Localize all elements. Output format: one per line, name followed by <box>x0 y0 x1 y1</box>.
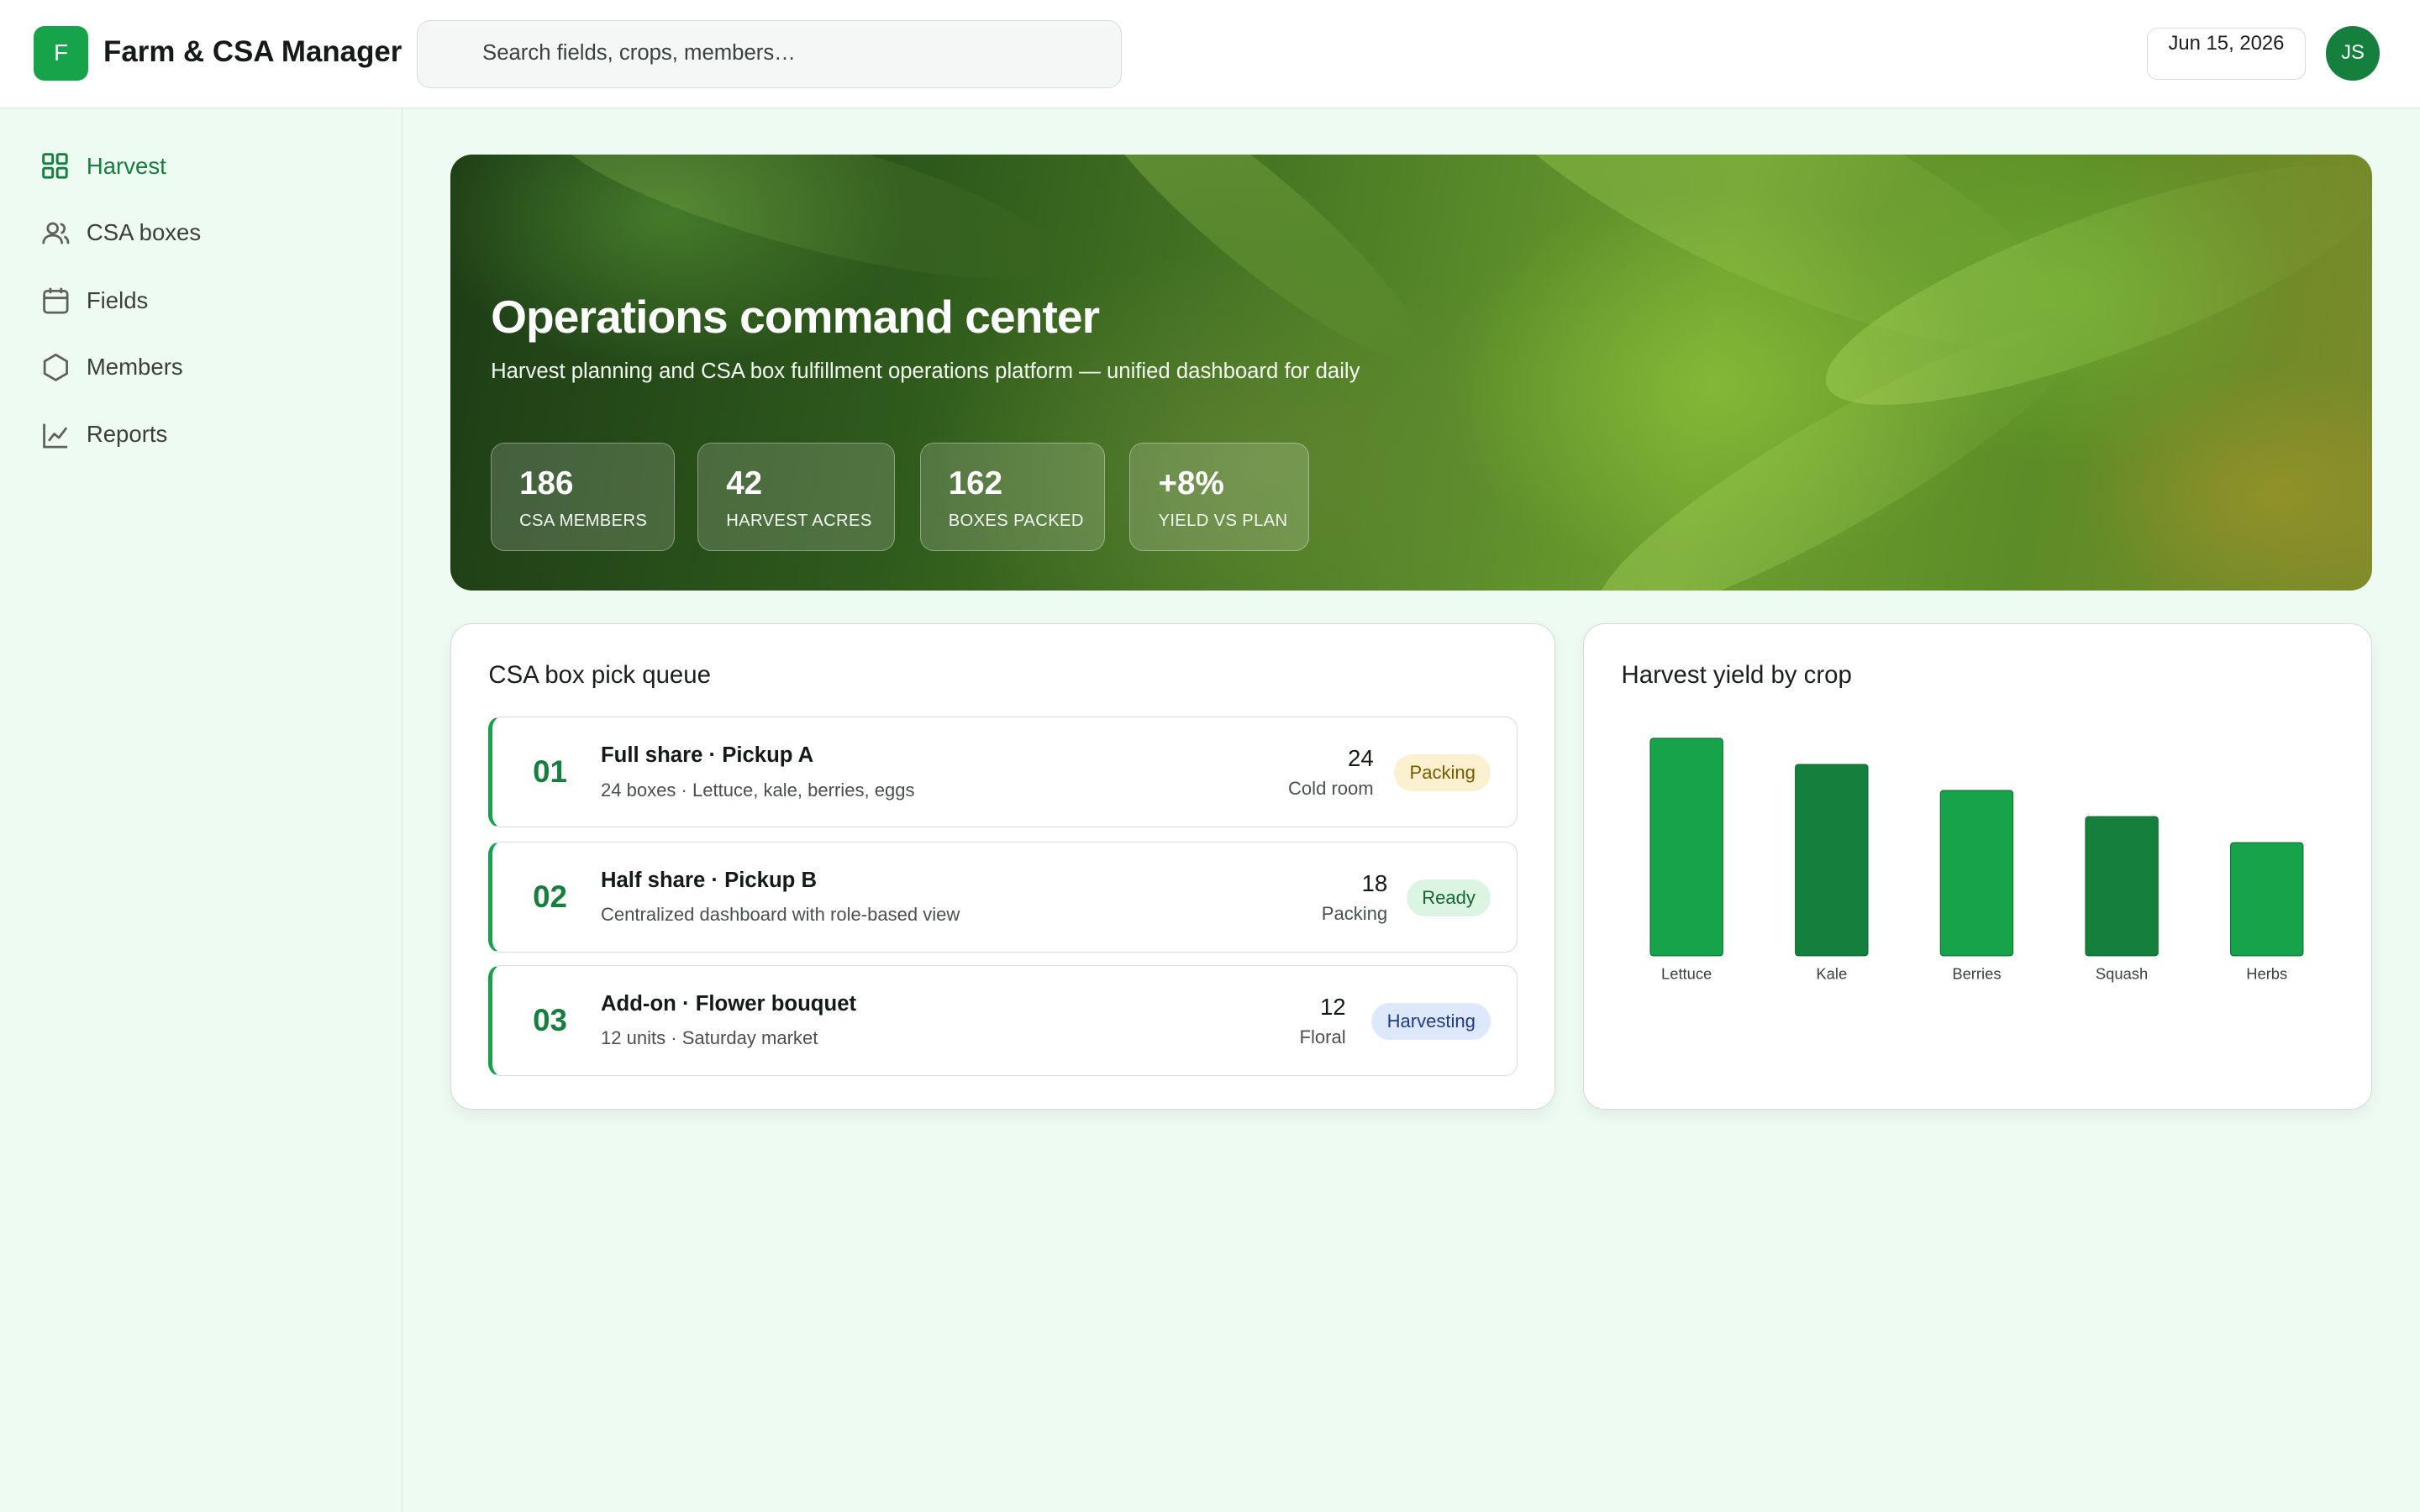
queue-subtitle: 12 units · Saturday market <box>600 1027 818 1049</box>
queue-location: Packing <box>1321 902 1388 924</box>
sidebar-item-fields[interactable]: Fields <box>0 273 402 328</box>
queue-row[interactable]: 03 Add-on · Flower bouquet 12 units · Sa… <box>488 964 1518 1077</box>
grid-icon <box>41 153 68 179</box>
sidebar-item-label: Reports <box>86 421 168 448</box>
stat-value: 186 <box>519 465 574 501</box>
queue-count: 24 <box>1348 745 1374 772</box>
status-badge: Ready <box>1406 879 1491 917</box>
stat-label: CSA MEMBERS <box>519 511 648 530</box>
card-title: CSA box pick queue <box>488 661 711 690</box>
hero-background-image <box>538 154 1073 313</box>
queue-location: Floral <box>1299 1026 1346 1047</box>
queue-row[interactable]: 01 Full share · Pickup A 24 boxes · Lett… <box>488 717 1518 828</box>
chart-tick-label: Kale <box>1817 964 1848 982</box>
stat-harvest-acres: 42 HARVEST ACRES <box>697 443 896 551</box>
yield-bar-chart: Lettuce Kale Berries Squash Herbs <box>1649 738 2304 982</box>
sidebar-item-label: Members <box>86 353 183 380</box>
sidebar-item-members[interactable]: Members <box>0 339 402 395</box>
queue-number: 02 <box>533 879 567 915</box>
status-badge: Packing <box>1394 754 1491 792</box>
chart-bar-lettuce[interactable] <box>1649 738 1724 957</box>
status-badge: Harvesting <box>1371 1003 1491 1041</box>
hero-subtitle: Harvest planning and CSA box fulfillment… <box>491 360 1360 384</box>
queue-count: 12 <box>1319 993 1346 1020</box>
app-logo[interactable]: F <box>34 26 88 81</box>
queue-count: 18 <box>1361 870 1388 897</box>
app-title: Farm & CSA Manager <box>103 35 402 69</box>
sidebar-item-label: Harvest <box>86 152 166 179</box>
hero-background-image <box>1571 285 2107 591</box>
yield-chart-card: Harvest yield by crop Lettuce Kale Berries… <box>1583 623 2372 1110</box>
queue-subtitle: Centralized dashboard with role-based vi… <box>600 904 960 926</box>
pick-queue-card: CSA box pick queue 01 Full share · Picku… <box>450 623 1556 1110</box>
stat-label: YIELD VS PLAN <box>1158 511 1288 530</box>
hero-banner: Operations command center Harvest planni… <box>450 154 2372 591</box>
stat-label: BOXES PACKED <box>948 511 1084 530</box>
hero-title: Operations command center <box>491 291 1100 344</box>
chart-bar-kale[interactable] <box>1795 764 1869 957</box>
chart-bar-berries[interactable] <box>1940 790 2014 957</box>
queue-row[interactable]: 02 Half share · Pickup B Centralized das… <box>488 841 1518 953</box>
hexagon-icon <box>43 353 68 381</box>
chart-bar-squash[interactable] <box>2085 816 2160 957</box>
chart-bar-herbs[interactable] <box>2230 842 2304 957</box>
hero-background-image <box>1057 154 1449 391</box>
calendar-icon <box>42 287 69 314</box>
avatar[interactable]: JS <box>2325 26 2381 81</box>
queue-number: 01 <box>533 754 567 790</box>
top-bar: F Farm & CSA Manager Jun 15, 2026 JS <box>0 0 2420 108</box>
queue-number: 03 <box>533 1003 567 1037</box>
queue-location: Cold room <box>1288 777 1374 799</box>
queue-title: Full share · Pickup A <box>600 743 814 768</box>
stat-value: +8% <box>1158 465 1224 501</box>
users-icon <box>42 222 70 244</box>
queue-subtitle: 24 boxes · Lettuce, kale, berries, eggs <box>600 779 915 801</box>
queue-title: Half share · Pickup B <box>600 869 818 893</box>
stat-csa-members: 186 CSA MEMBERS <box>491 443 675 551</box>
sidebar-item-label: Fields <box>86 286 149 313</box>
stat-label: HARVEST ACRES <box>726 511 872 530</box>
stat-yield-vs-plan: +8% YIELD VS PLAN <box>1129 443 1309 551</box>
stat-boxes-packed: 162 BOXES PACKED <box>919 443 1106 551</box>
date-picker[interactable]: Jun 15, 2026 <box>2146 28 2307 81</box>
line-chart-icon <box>42 423 68 449</box>
sidebar-item-csa-boxes[interactable]: CSA boxes <box>0 205 402 260</box>
search-input[interactable] <box>482 20 1100 87</box>
chart-tick-label: Herbs <box>2247 964 2288 982</box>
sidebar-item-label: CSA boxes <box>86 218 202 245</box>
sidebar-item-harvest[interactable]: Harvest <box>0 139 402 194</box>
stat-value: 42 <box>726 465 763 501</box>
chart-tick-label: Lettuce <box>1661 964 1712 982</box>
queue-title: Add-on · Flower bouquet <box>600 992 857 1016</box>
chart-tick-label: Berries <box>1953 964 2002 982</box>
sidebar: Harvest CSA boxes Fields Members Reports <box>0 108 403 1512</box>
sidebar-item-reports[interactable]: Reports <box>0 407 402 463</box>
chart-tick-label: Squash <box>2096 964 2148 982</box>
search-box[interactable] <box>416 19 1123 88</box>
stat-value: 162 <box>948 465 1003 501</box>
